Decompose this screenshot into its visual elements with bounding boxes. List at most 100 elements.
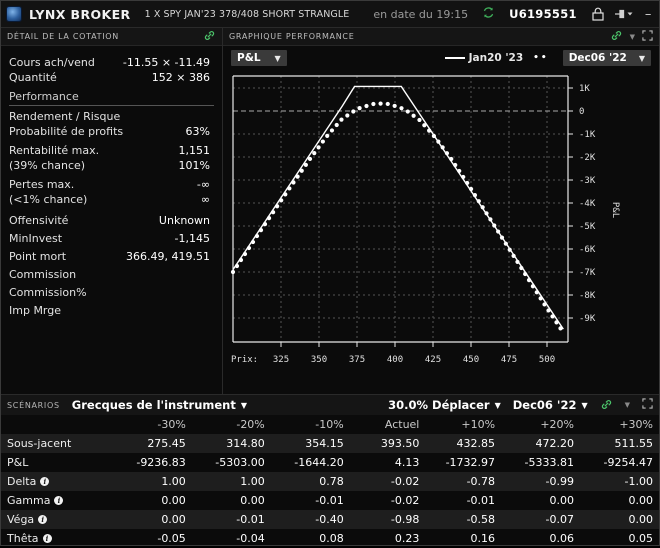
label-commission: Commission bbox=[9, 268, 77, 281]
link-icon[interactable] bbox=[600, 398, 613, 413]
x-tick-label: 400 bbox=[387, 355, 403, 365]
scenarios-selector[interactable]: Grecques de l'instrument ▼ bbox=[72, 398, 247, 412]
value-cours-ach-vend: -11.55 × -11.49 bbox=[122, 56, 210, 69]
chevron-down-icon[interactable]: ▼ bbox=[630, 33, 635, 41]
pin-icon[interactable] bbox=[614, 8, 634, 20]
y-tick-label: -5K bbox=[579, 222, 596, 232]
table-cell: -0.01 bbox=[236, 513, 265, 526]
table-cell: -9236.83 bbox=[136, 456, 186, 469]
legend-item-solid: Jan20 '23 bbox=[444, 52, 523, 64]
chevron-down-icon: ▼ bbox=[581, 400, 588, 410]
info-icon[interactable]: i bbox=[38, 515, 48, 524]
col-header: +30% bbox=[619, 418, 653, 431]
y-tick-label: -8K bbox=[579, 291, 596, 301]
row-label: P&L bbox=[7, 456, 29, 469]
lock-icon[interactable] bbox=[592, 7, 604, 21]
legend-date-select[interactable]: Dec06 '22 ▼ bbox=[562, 50, 651, 66]
x-tick-label: 450 bbox=[463, 355, 479, 365]
scenarios-tag: SCÉNARIOS bbox=[7, 400, 60, 410]
main-body: DÉTAIL DE LA COTATION Cours ach/vend -11… bbox=[1, 28, 659, 394]
row-point-mort: Point mort 366.49, 419.51 bbox=[9, 249, 214, 264]
col-header-label bbox=[1, 415, 113, 434]
x-tick-label: 475 bbox=[501, 355, 517, 365]
table-cell: 393.50 bbox=[380, 437, 420, 450]
expand-icon[interactable] bbox=[642, 29, 653, 44]
row-rendement-risque: Rendement / Risque bbox=[9, 109, 214, 124]
table-cell: 0.00 bbox=[549, 494, 574, 507]
table-cell: -0.58 bbox=[466, 513, 496, 526]
value-rentabilite-chance: 101% bbox=[178, 159, 210, 172]
quote-rows: Cours ach/vend -11.55 × -11.49 Quantité … bbox=[9, 55, 214, 85]
account-number[interactable]: U6195551 bbox=[509, 7, 577, 21]
table-cell: 314.80 bbox=[226, 437, 265, 450]
table-cell: 0.00 bbox=[628, 513, 654, 526]
chevron-down-icon: ▼ bbox=[240, 400, 248, 410]
table-row: Delta i 1.00 1.00 0.78 -0.02 -0.78 -0.99 -1.00 bbox=[1, 472, 659, 491]
scenario-date-value: Dec06 '22 bbox=[512, 398, 577, 412]
label-offensivite: Offensivité bbox=[9, 214, 69, 227]
row-imp-mrge: Imp Mrge bbox=[9, 303, 214, 318]
move-select[interactable]: 30.0% Déplacer ▼ bbox=[388, 398, 501, 412]
performance-section-title: Performance bbox=[9, 90, 214, 106]
col-header: +20% bbox=[540, 418, 574, 431]
row-rentabilite-max: Rentabilité max. 1,151 bbox=[9, 143, 214, 158]
y-tick-label: -2K bbox=[579, 153, 596, 163]
table-cell: -5303.00 bbox=[215, 456, 265, 469]
expand-icon[interactable] bbox=[642, 398, 653, 412]
table-cell: 0.06 bbox=[549, 532, 574, 545]
value-pertes-max: -∞ bbox=[196, 178, 210, 191]
col-header: -10% bbox=[315, 418, 344, 431]
legend-solid-swatch bbox=[444, 57, 465, 59]
info-icon[interactable]: i bbox=[42, 534, 52, 543]
table-cell: 0.00 bbox=[240, 494, 265, 507]
value-probabilite-profits: 63% bbox=[185, 125, 210, 138]
scenarios-panel: SCÉNARIOS Grecques de l'instrument ▼ 30.… bbox=[1, 394, 659, 548]
row-label: Delta i bbox=[1, 472, 113, 491]
row-quantite: Quantité 152 × 386 bbox=[9, 70, 214, 85]
table-cell: 511.55 bbox=[614, 437, 654, 450]
row-pertes-chance: (<1% chance) ∞ bbox=[9, 192, 214, 207]
label-pertes-max: Pertes max. bbox=[9, 178, 75, 191]
brand-label: LYNX BROKER bbox=[29, 6, 131, 22]
refresh-icon[interactable] bbox=[482, 6, 495, 23]
x-tick-label: 425 bbox=[425, 355, 441, 365]
col-header: Actuel bbox=[384, 418, 420, 431]
table-row: P&L -9236.83 -5303.00 -1644.20 4.13 -1732.97 -… bbox=[1, 453, 659, 472]
table-cell: -9254.47 bbox=[603, 456, 653, 469]
plot-area[interactable]: 1K 0 -1K -2K -3K -4K -5K -6K -7K -8K -9K… bbox=[223, 70, 659, 394]
label-imp-mrge: Imp Mrge bbox=[9, 304, 62, 317]
y-tick-label: 1K bbox=[579, 84, 590, 94]
quote-detail-body: Cours ach/vend -11.55 × -11.49 Quantité … bbox=[1, 46, 222, 394]
move-select-value: 30.0% Déplacer bbox=[388, 398, 490, 412]
axis-frame bbox=[232, 75, 569, 343]
label-cours-ach-vend: Cours ach/vend bbox=[9, 56, 95, 69]
row-label: Thêta i bbox=[1, 529, 113, 548]
app-logo-icon bbox=[7, 7, 21, 21]
minimize-button[interactable]: – bbox=[645, 7, 652, 22]
metric-select[interactable]: P&L ▼ bbox=[231, 50, 287, 66]
info-icon[interactable]: i bbox=[54, 496, 64, 505]
label-point-mort: Point mort bbox=[9, 250, 67, 263]
chevron-down-icon: ▼ bbox=[638, 53, 645, 63]
info-icon[interactable]: i bbox=[40, 477, 50, 486]
table-cell: -0.78 bbox=[466, 475, 496, 488]
scenarios-selector-value: Grecques de l'instrument bbox=[71, 398, 236, 412]
value-mininvest: -1,145 bbox=[174, 232, 210, 245]
x-tick-label: 325 bbox=[273, 355, 289, 365]
col-header: +10% bbox=[461, 418, 496, 431]
y-tick-label: -9K bbox=[579, 314, 596, 324]
chart-legend: Jan20 '23 •• Dec06 '22 ▼ bbox=[444, 50, 651, 66]
scenario-date-select[interactable]: Dec06 '22 ▼ bbox=[513, 398, 588, 412]
x-tick-label: 500 bbox=[539, 355, 555, 365]
table-cell: 0.00 bbox=[161, 494, 186, 507]
table-cell: -0.01 bbox=[466, 494, 496, 507]
row-label: Gamma i bbox=[1, 491, 113, 510]
value-offensivite: Unknown bbox=[158, 214, 210, 227]
label-rendement-risque: Rendement / Risque bbox=[9, 110, 121, 123]
link-icon[interactable] bbox=[203, 29, 216, 44]
table-cell: 0.16 bbox=[470, 532, 496, 545]
table-cell: -5333.81 bbox=[524, 456, 574, 469]
chevron-down-icon[interactable]: ▼ bbox=[625, 401, 630, 409]
performance-chart-panel: GRAPHIQUE PERFORMANCE ▼ P&L ▼ Jan20 '23 … bbox=[223, 28, 659, 394]
link-icon[interactable] bbox=[610, 29, 623, 44]
